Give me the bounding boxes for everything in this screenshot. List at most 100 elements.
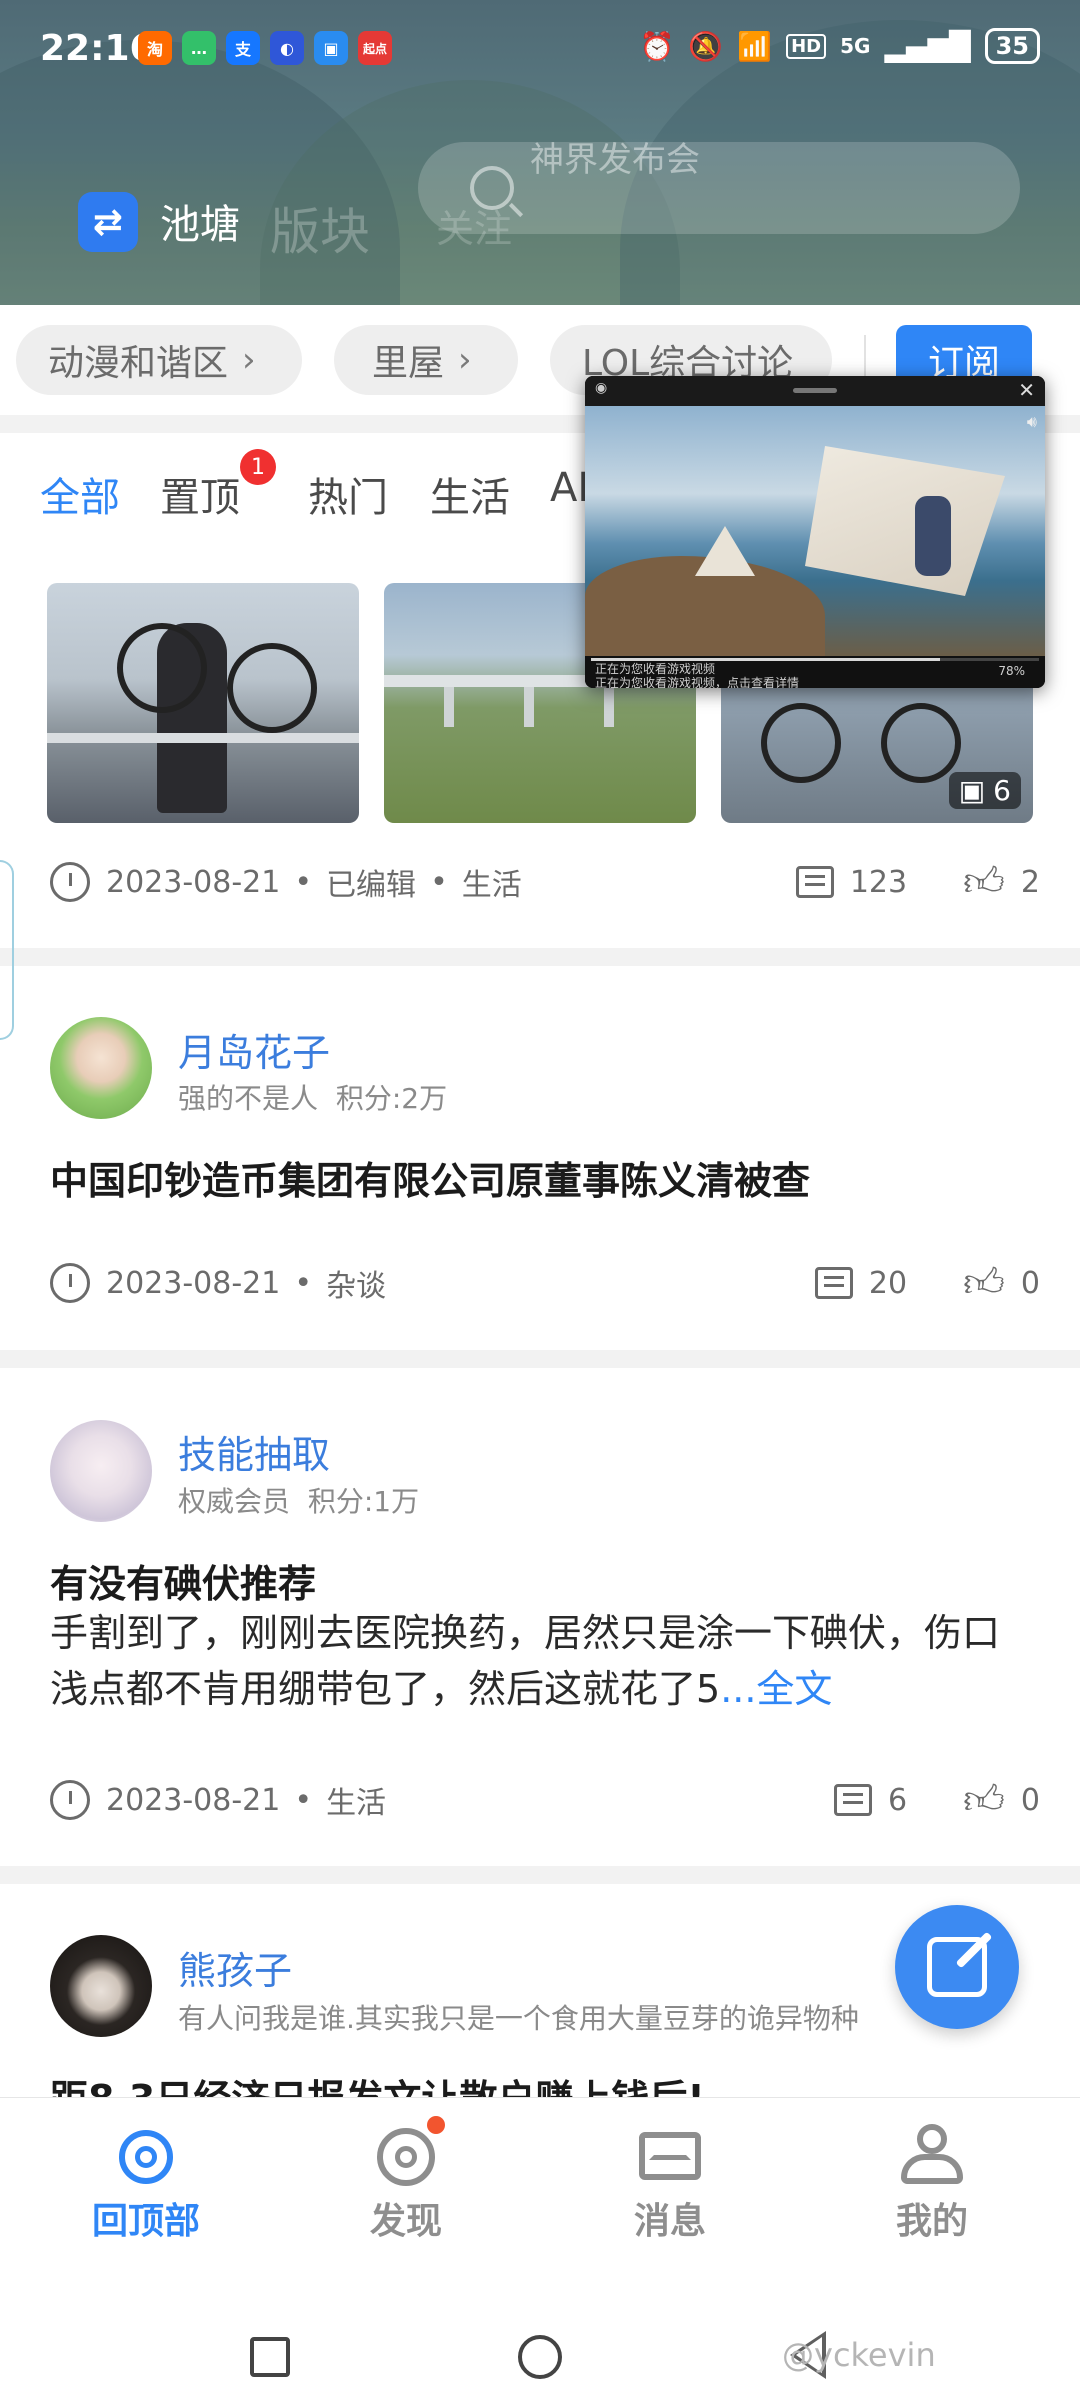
post-category: 生活 xyxy=(326,1786,387,1821)
close-icon[interactable]: ✕ xyxy=(1018,378,1035,402)
comment-count: 20 xyxy=(868,1265,908,1301)
compose-button[interactable] xyxy=(895,1905,1019,2029)
signal-icon: ▂▄▆█ xyxy=(884,29,971,63)
user-title: 强的不是人 xyxy=(178,1082,319,1115)
comment-icon[interactable] xyxy=(795,866,834,898)
post-divider xyxy=(0,1350,1080,1368)
avatar[interactable] xyxy=(50,1420,152,1522)
image-icon: ▣ xyxy=(958,774,986,807)
avatar[interactable] xyxy=(50,1017,152,1119)
nav-label: 回顶部 xyxy=(91,2201,200,2242)
image-count: 6 xyxy=(993,774,1011,807)
like-count: 0 xyxy=(1020,1782,1040,1818)
home-button[interactable] xyxy=(518,2335,562,2379)
read-more-link[interactable]: ...全文 xyxy=(720,1667,832,1711)
side-drawer-handle[interactable] xyxy=(0,860,14,1040)
battery-indicator: 35 xyxy=(984,28,1040,64)
avatar[interactable] xyxy=(50,1935,152,2037)
user-subtitle: 有人问我是谁.其实我只是一个食用大量豆芽的诡异物种 xyxy=(178,2002,859,2035)
status-app-icons: 淘 … 支 ◐ ▣ 起点 xyxy=(138,31,392,65)
back-to-top-icon xyxy=(113,2124,179,2186)
picture-in-picture-player[interactable]: ◉ ✕ 🔊︎ 正在为您收看游戏视频 正在为您收看游戏视频，点击查看详情 78% xyxy=(585,376,1045,688)
nav-discover[interactable]: 发现 xyxy=(316,2098,496,2248)
nav-messages[interactable]: 消息 xyxy=(580,2098,760,2248)
forum-name[interactable]: 池塘 xyxy=(160,192,240,250)
image-count-badge: ▣ 6 xyxy=(948,772,1021,809)
post-excerpt[interactable]: 手割到了，刚刚去医院换药，居然只是涂一下碘伏，伤口浅点都不肯用绷带包了，然后这就… xyxy=(50,1605,1030,1717)
post-body-text: 手割到了，刚刚去医院换药，居然只是涂一下碘伏，伤口浅点都不肯用绷带包了，然后这就… xyxy=(50,1611,1001,1711)
like-count: 0 xyxy=(1020,1265,1040,1301)
edit-icon xyxy=(927,1937,987,1997)
separator-dot: • xyxy=(294,1782,313,1818)
tab-pinned[interactable]: 置顶 xyxy=(160,465,240,523)
pip-title-bar[interactable]: ◉ ✕ xyxy=(585,376,1045,406)
faded-tab-boards: 版块 xyxy=(270,203,370,261)
post-meta: 2023-08-21 • 生活 6 👍︎ 0 xyxy=(50,1775,1040,1825)
recent-apps-button[interactable] xyxy=(250,2337,290,2377)
clock-icon xyxy=(50,1780,90,1820)
edited-label: 已编辑 xyxy=(326,868,417,903)
bike-wheel xyxy=(761,703,841,783)
video-progress-bar[interactable] xyxy=(591,658,1039,661)
hd-badge: HD xyxy=(786,33,827,59)
tab-hot[interactable]: 热门 xyxy=(308,465,388,523)
progress-percent: 78% xyxy=(998,664,1025,678)
user-points: 积分:2万 xyxy=(335,1082,448,1115)
mute-icon: 🔕 xyxy=(688,29,724,63)
chevron-right-icon: › xyxy=(458,340,472,380)
volume-icon[interactable]: 🔊︎ xyxy=(1027,412,1037,432)
caption-line: 正在为您收看游戏视频 xyxy=(595,662,716,676)
tab-life[interactable]: 生活 xyxy=(430,465,510,523)
board-chip-label: 动漫和谐区 xyxy=(48,343,229,384)
pip-settings-icon[interactable]: ◉ xyxy=(595,380,607,396)
taobao-icon: 淘 xyxy=(138,31,172,65)
search-placeholder: 神界发布会 xyxy=(530,140,700,180)
alarm-icon: ⏰ xyxy=(639,29,675,63)
bridge-pillar xyxy=(604,687,614,727)
notification-dot xyxy=(427,2116,445,2134)
comment-icon[interactable] xyxy=(814,1267,853,1299)
tab-all[interactable]: 全部 xyxy=(40,465,120,523)
board-chip[interactable]: 动漫和谐区 › xyxy=(16,325,302,395)
user-points: 积分:1万 xyxy=(307,1485,420,1518)
post-stats: 20 👍︎ 0 xyxy=(814,1258,1040,1308)
nav-back-to-top[interactable]: 回顶部 xyxy=(56,2098,236,2248)
nav-label: 我的 xyxy=(895,2201,968,2242)
username[interactable]: 熊孩子 xyxy=(178,1940,292,1995)
post-stats: 123 👍︎ 2 xyxy=(795,857,1040,907)
tab-ai[interactable]: AI xyxy=(550,465,589,511)
nav-profile[interactable]: 我的 xyxy=(842,2098,1022,2248)
username[interactable]: 月岛花子 xyxy=(178,1022,330,1077)
browser-icon: ◐ xyxy=(270,31,304,65)
wifi-icon: 📶 xyxy=(737,29,773,63)
separator-dot: • xyxy=(294,864,313,900)
post-image[interactable] xyxy=(47,583,359,823)
post-title[interactable]: 中国印钞造币集团有限公司原董事陈义清被查 xyxy=(50,1150,810,1205)
thumbs-up-icon[interactable]: 👍︎ xyxy=(963,858,1005,906)
thumbs-up-icon[interactable]: 👍︎ xyxy=(963,1259,1005,1307)
post-title[interactable]: 距8.3日经济日报发文让散户赚上钱后! xyxy=(50,2068,705,2097)
post-title[interactable]: 有没有碘伏推荐 xyxy=(50,1553,316,1608)
profile-icon xyxy=(899,2124,965,2186)
username[interactable]: 技能抽取 xyxy=(178,1424,330,1479)
calendar-app-icon: ▣ xyxy=(314,31,348,65)
user-subtitle: 权威会员 积分:1万 xyxy=(178,1480,419,1520)
drag-handle[interactable] xyxy=(793,388,837,393)
network-type: 5G xyxy=(840,34,871,58)
user-subtitle: 强的不是人 积分:2万 xyxy=(178,1077,447,1117)
caption-text: 正在为您收看游戏视频 正在为您收看游戏视频，点击查看详情 xyxy=(595,662,799,688)
post-divider xyxy=(0,948,1080,966)
chevron-right-icon: › xyxy=(242,340,256,380)
thumbs-up-icon[interactable]: 👍︎ xyxy=(963,1776,1005,1824)
nav-label: 消息 xyxy=(633,2201,706,2242)
post-category: 杂谈 xyxy=(326,1269,387,1304)
board-chip[interactable]: 里屋 › xyxy=(334,325,518,395)
clock-icon xyxy=(50,862,90,902)
caption-line: 正在为您收看游戏视频，点击查看详情 xyxy=(595,676,800,688)
switch-forum-icon[interactable]: ⇄ xyxy=(78,192,138,252)
video-frame[interactable]: 🔊︎ xyxy=(585,406,1045,656)
message-app-icon: … xyxy=(182,31,216,65)
comment-count: 123 xyxy=(849,864,908,900)
user-title: 权威会员 xyxy=(178,1485,291,1518)
comment-icon[interactable] xyxy=(834,1784,872,1816)
